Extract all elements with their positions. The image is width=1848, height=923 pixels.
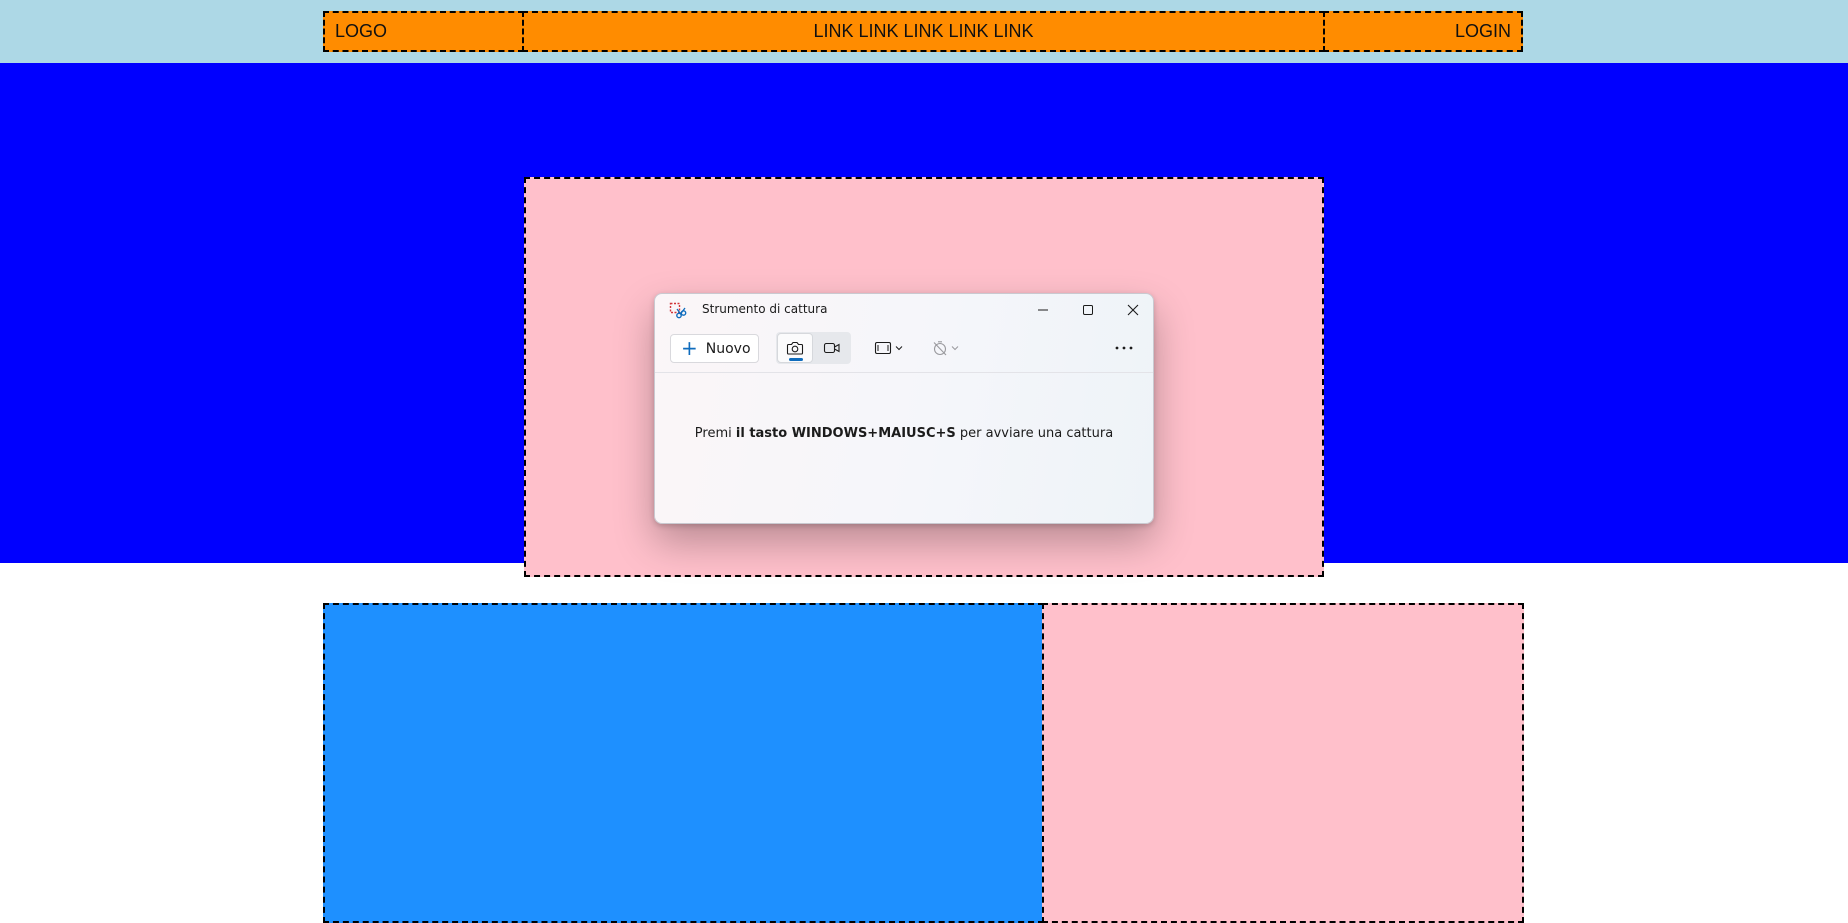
minimize-button[interactable] — [1021, 294, 1065, 326]
selected-indicator — [789, 358, 803, 361]
hint-prefix: Premi — [694, 426, 736, 441]
header-bar: LOGO LINK LINK LINK LINK LINK LOGIN — [0, 0, 1848, 63]
more-options-icon — [1115, 346, 1133, 350]
capture-mode-toggle — [776, 332, 851, 364]
new-capture-label: Nuovo — [705, 340, 751, 357]
maximize-button[interactable] — [1066, 294, 1110, 326]
close-button[interactable] — [1111, 294, 1153, 326]
close-icon — [1127, 304, 1139, 316]
logo[interactable]: LOGO — [323, 11, 524, 52]
login-link[interactable]: LOGIN — [1323, 11, 1523, 52]
screenshot-mode-button[interactable] — [777, 333, 813, 363]
hint-shortcut: il tasto WINDOWS+MAIUSC+S — [735, 426, 956, 441]
snipping-tool-window: Strumento di cattura + Nuovo Premi il ta… — [654, 293, 1154, 524]
capture-hint: Premi il tasto WINDOWS+MAIUSC+S per avvi… — [655, 426, 1153, 441]
nav-links[interactable]: LINK LINK LINK LINK LINK — [522, 11, 1325, 52]
title-bar[interactable]: Strumento di cattura — [655, 294, 1153, 326]
delay-timer-dropdown[interactable] — [927, 336, 963, 360]
timer-off-icon — [933, 341, 946, 356]
camera-icon — [786, 341, 804, 355]
video-mode-button[interactable] — [814, 333, 850, 363]
content-box-left — [323, 603, 1044, 923]
maximize-icon — [1083, 305, 1093, 315]
content-box-right — [1042, 603, 1524, 923]
rectangle-mode-icon — [874, 341, 891, 355]
plus-icon: + — [681, 335, 698, 360]
chevron-down-icon — [895, 346, 902, 351]
snip-shape-dropdown[interactable] — [870, 336, 906, 360]
more-options-button[interactable] — [1111, 336, 1137, 360]
minimize-icon — [1038, 309, 1048, 311]
hint-suffix: per avviare una cattura — [955, 426, 1114, 441]
window-title: Strumento di cattura — [702, 302, 828, 316]
snipping-tool-icon — [669, 302, 687, 320]
new-capture-button[interactable]: + Nuovo — [670, 334, 759, 363]
chevron-down-icon — [951, 346, 958, 351]
toolbar-divider — [655, 372, 1153, 373]
video-camera-icon — [823, 342, 840, 354]
